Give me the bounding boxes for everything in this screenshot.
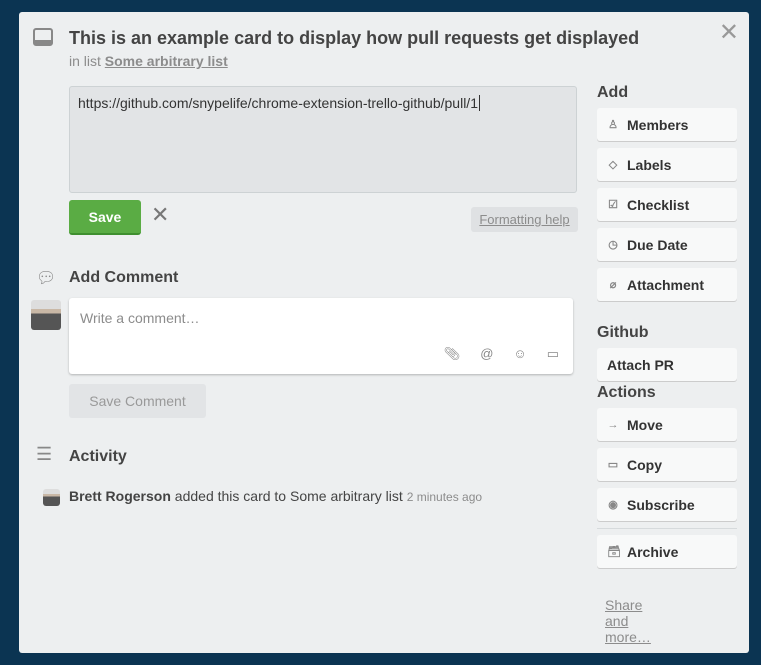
add-comment-heading: Add Comment	[69, 269, 179, 286]
divider	[597, 528, 737, 529]
at-icon[interactable]: @	[480, 346, 493, 362]
activity-icon: ☰	[36, 444, 53, 464]
save-comment-button[interactable]: Save Comment	[69, 384, 206, 418]
button-label: Checklist	[627, 196, 690, 213]
share-link[interactable]: Share and more…	[605, 597, 651, 645]
list-link[interactable]: Some arbitrary list	[105, 53, 228, 69]
copy-button[interactable]: ▭ Copy	[597, 448, 737, 481]
person-icon: ♙	[608, 119, 618, 131]
card-icon	[33, 28, 53, 46]
button-label: Attachment	[627, 276, 705, 293]
paperclip-icon[interactable]: 📎︎	[444, 346, 461, 362]
description-input[interactable]: https://github.com/snypelife/chrome-exte…	[69, 86, 577, 193]
activity-item: Brett Rogerson added this card to Some a…	[69, 488, 482, 504]
cancel-edit-icon[interactable]: ✕	[151, 202, 169, 228]
in-list: in list Some arbitrary list	[69, 53, 228, 69]
actions-heading: Actions	[597, 384, 656, 401]
button-label: Move	[627, 416, 663, 433]
button-label: Subscribe	[627, 496, 695, 513]
activity-heading: Activity	[69, 448, 127, 465]
card-icon: ▭	[607, 459, 619, 471]
description-value: https://github.com/snypelife/chrome-exte…	[78, 95, 480, 111]
archive-button[interactable]: 🗃︎ Archive	[597, 535, 737, 568]
button-label: Due Date	[627, 236, 688, 253]
paperclip-icon: ⌀	[609, 279, 617, 291]
button-label: Members	[627, 116, 689, 133]
add-heading: Add	[597, 84, 629, 101]
tag-icon: ◇	[608, 159, 618, 171]
checklist-button[interactable]: ☑ Checklist	[597, 188, 737, 221]
eye-icon: ◉	[608, 499, 618, 511]
attachment-button[interactable]: ⌀ Attachment	[597, 268, 737, 301]
subscribe-button[interactable]: ◉ Subscribe	[597, 488, 737, 521]
activity-text: added this card to Some arbitrary list	[174, 488, 403, 504]
button-label: Attach PR	[607, 356, 674, 373]
save-button[interactable]: Save	[69, 200, 141, 235]
labels-button[interactable]: ◇ Labels	[597, 148, 737, 181]
avatar[interactable]	[43, 489, 60, 506]
activity-user[interactable]: Brett Rogerson	[69, 488, 171, 504]
attach-pr-button[interactable]: Attach PR	[597, 348, 737, 381]
activity-time[interactable]: 2 minutes ago	[407, 490, 482, 504]
card-icon[interactable]: ▭	[547, 346, 559, 362]
github-heading: Github	[597, 324, 649, 341]
button-label: Labels	[627, 156, 672, 173]
avatar[interactable]	[31, 300, 61, 330]
in-list-prefix: in list	[69, 53, 101, 69]
button-label: Copy	[627, 456, 662, 473]
members-button[interactable]: ♙ Members	[597, 108, 737, 141]
due-date-button[interactable]: ◷ Due Date	[597, 228, 737, 261]
checkbox-icon: ☑	[608, 199, 618, 211]
button-label: Archive	[627, 543, 679, 560]
arrow-right-icon: →	[607, 418, 619, 431]
close-icon[interactable]: ✕	[719, 18, 739, 47]
emoji-icon[interactable]: ☺	[513, 346, 526, 362]
comment-placeholder: Write a comment…	[80, 310, 200, 326]
comment-icon: 💬︎	[36, 270, 57, 287]
clock-icon: ◷	[608, 239, 618, 251]
formatting-help-link[interactable]: Formatting help	[471, 207, 578, 232]
card-title[interactable]: This is an example card to display how p…	[69, 28, 639, 49]
archive-icon: 🗃︎	[607, 546, 621, 558]
card-modal: This is an example card to display how p…	[19, 12, 749, 653]
comment-input[interactable]: Write a comment… 📎︎ @ ☺ ▭	[69, 298, 573, 374]
move-button[interactable]: → Move	[597, 408, 737, 441]
